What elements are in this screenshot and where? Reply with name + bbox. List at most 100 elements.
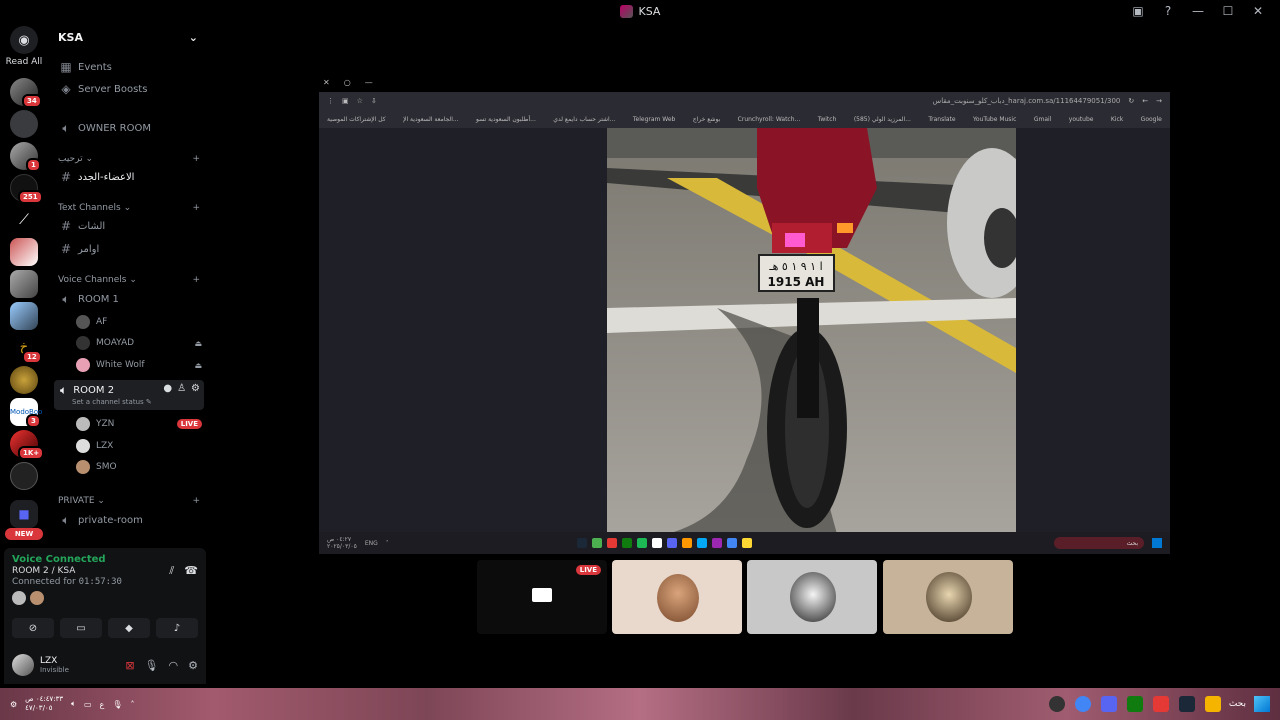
voice-user[interactable]: YZN LIVE <box>76 414 202 434</box>
chart-icon[interactable]: ⟋ <box>10 206 38 234</box>
read-all-button[interactable]: Read All <box>0 57 48 67</box>
search-box[interactable]: بحث <box>1229 699 1246 709</box>
inbox-icon[interactable]: ▣ <box>1130 4 1146 18</box>
add-channel-icon[interactable]: + <box>192 203 200 213</box>
chrome-icon[interactable] <box>1074 696 1091 712</box>
camera-off-button[interactable]: ⊘ <box>12 618 54 638</box>
voice-channel-room1[interactable]: 🔈︎ ROOM 1 <box>54 289 204 309</box>
disconnect-icon[interactable]: ☎ <box>184 564 198 578</box>
stream-tile[interactable]: LIVE <box>477 560 607 634</box>
category-welcome[interactable]: ترحيب ⌄ + <box>58 152 200 166</box>
xbox-icon[interactable] <box>1126 696 1143 712</box>
playstation-icon: ⏏ <box>194 338 202 348</box>
voice-channel-room2[interactable]: 🔈︎ ROOM 2 ● ♙ ⚙ Set a channel status ✎ <box>54 380 204 410</box>
minimize-button[interactable]: — <box>1190 4 1206 18</box>
server-icon[interactable] <box>10 270 38 298</box>
category-voice-channels[interactable]: Voice Channels ⌄ + <box>58 273 200 287</box>
add-channel-icon[interactable]: + <box>192 496 200 506</box>
soundboard-button[interactable]: ♪ <box>156 618 198 638</box>
start-button[interactable] <box>1254 696 1270 712</box>
voice-user[interactable]: LZX <box>76 436 202 456</box>
network-icon[interactable]: ▭ <box>84 700 92 709</box>
participant-tile[interactable] <box>747 560 877 634</box>
new-badge[interactable]: NEW <box>5 528 43 540</box>
forward-icon[interactable]: → <box>1156 97 1162 105</box>
folder-icon[interactable]: ■ <box>10 500 38 528</box>
voice-channel-path[interactable]: ROOM 2 / KSA <box>12 566 122 576</box>
channel-status[interactable]: Set a channel status ✎ <box>72 398 152 406</box>
download-icon[interactable]: ⇩ <box>371 97 377 105</box>
participant-tile[interactable] <box>612 560 742 634</box>
server-icon[interactable] <box>10 110 38 138</box>
back-icon[interactable]: ← <box>1142 97 1148 105</box>
help-icon[interactable]: ? <box>1160 4 1176 18</box>
headphones-icon[interactable]: ◠ <box>169 659 179 672</box>
voice-user[interactable]: AF <box>76 312 202 332</box>
screen-share-view[interactable]: ⋮ ▣ ☆ ⇩ haraj.com.sa/11164479051/300_دبا… <box>319 92 1170 554</box>
category-private[interactable]: PRIVATE ⌄ + <box>58 494 200 508</box>
voice-user[interactable]: SMO <box>76 457 202 477</box>
server-icon[interactable] <box>10 462 38 490</box>
add-channel-icon[interactable]: + <box>192 275 200 285</box>
popout-icon[interactable]: ○ <box>344 78 351 87</box>
add-channel-icon[interactable]: + <box>192 154 200 164</box>
speaker-icon: 🔈︎ <box>62 120 70 135</box>
close-button[interactable]: ✕ <box>1250 4 1266 18</box>
activity-button[interactable]: ◆ <box>108 618 150 638</box>
settings-icon[interactable]: ⚙ <box>10 700 17 709</box>
app-icon[interactable] <box>1048 696 1065 712</box>
volume-icon[interactable]: 🔈︎ <box>71 699 76 709</box>
noise-suppression-icon[interactable]: ⫽ <box>169 564 174 578</box>
channel-owner-room[interactable]: 🔈︎ OWNER ROOM <box>54 118 204 138</box>
chevron-up-icon[interactable]: ˄ <box>130 700 134 709</box>
avatar[interactable] <box>12 654 34 676</box>
language-indicator[interactable]: ع <box>100 700 105 709</box>
windows-taskbar: ⚙ ٠٤:٤٧:٣٣ ص ٤٧/٠٣/٠٥ 🔈︎ ▭ ع 🎙︎ ˄ بحث <box>0 688 1280 720</box>
server-boosts-item[interactable]: ◈ Server Boosts <box>54 79 204 99</box>
folder-icon[interactable] <box>1204 696 1221 712</box>
streamed-taskbar: ٠٤:٢٧ ص ٢٠٢٥/٠٣/٠٥ ENG ˄ بحث <box>319 532 1170 554</box>
user-info[interactable]: LZX Invisible <box>40 656 69 674</box>
server-header[interactable]: KSA ⌄ <box>48 22 210 52</box>
discord-icon[interactable] <box>1100 696 1117 712</box>
close-icon[interactable]: ✕ <box>323 78 330 87</box>
maximize-button[interactable]: ☐ <box>1220 4 1236 18</box>
calendar-icon: ▦ <box>60 60 72 74</box>
chat-icon[interactable]: ● <box>163 383 172 394</box>
voice-channel-private-room[interactable]: 🔈︎ private-room <box>54 510 204 530</box>
voice-user[interactable]: White Wolf ⏏ <box>76 355 202 375</box>
avatar <box>30 591 44 605</box>
channel-commands[interactable]: # اوامر <box>54 239 204 259</box>
category-text-channels[interactable]: Text Channels ⌄ + <box>58 201 200 215</box>
events-item[interactable]: ▦ Events <box>54 57 204 77</box>
server-icon[interactable] <box>10 302 38 330</box>
streamed-search: بحث <box>1054 537 1144 549</box>
microphone-icon[interactable]: 🎙︎ <box>112 700 122 709</box>
steam-icon[interactable] <box>1178 696 1195 712</box>
server-icon[interactable] <box>10 238 38 266</box>
youtube-icon[interactable] <box>1152 696 1169 712</box>
gear-icon[interactable]: ⚙ <box>188 659 198 672</box>
address-bar[interactable]: haraj.com.sa/11164479051/300_دباب_كلو_سن… <box>933 97 1121 105</box>
channel-chat[interactable]: # الشات <box>54 216 204 236</box>
server-icon[interactable] <box>10 366 38 394</box>
discord-home-icon[interactable]: ◉ <box>10 26 38 54</box>
avatar <box>76 439 90 453</box>
server-icon <box>619 4 633 18</box>
invite-icon[interactable]: ♙ <box>177 383 186 394</box>
screen-share-button[interactable]: ▭ <box>60 618 102 638</box>
reload-icon[interactable]: ↻ <box>1128 97 1134 105</box>
participant-tile[interactable] <box>883 560 1013 634</box>
minimize-icon[interactable]: — <box>365 78 373 87</box>
gear-icon[interactable]: ⚙ <box>191 383 200 394</box>
microphone-icon[interactable]: 🎙︎ <box>145 659 159 672</box>
gamepad-off-icon[interactable]: ⊠ <box>125 659 134 672</box>
channel-new-members[interactable]: # الاعضاء-الجدد <box>54 167 204 187</box>
extensions-icon[interactable]: ▣ <box>342 97 349 105</box>
voice-user[interactable]: MOAYAD ⏏ <box>76 333 202 353</box>
menu-icon[interactable]: ⋮ <box>327 97 334 105</box>
chevron-up-icon: ˄ <box>385 539 389 547</box>
avatar <box>657 574 699 622</box>
star-icon[interactable]: ☆ <box>357 97 363 105</box>
clock[interactable]: ٠٤:٤٧:٣٣ ص ٤٧/٠٣/٠٥ <box>25 695 63 713</box>
